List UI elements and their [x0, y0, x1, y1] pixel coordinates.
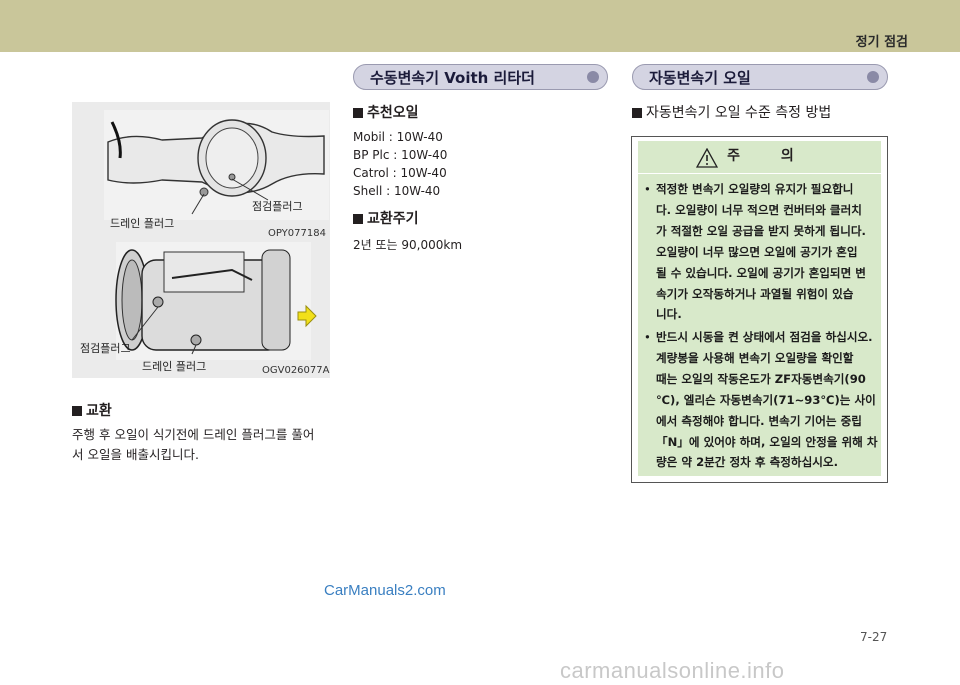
oil-level-title: 자동변속기 오일 수준 측정 방법	[646, 105, 832, 121]
voith-retarder-banner: 수동변속기 Voith 리타더	[353, 64, 608, 90]
bullet-line: 오일량이 너무 많으면 오일에 공기가 혼입	[656, 244, 858, 259]
bullet-line: 될 수 있습니다. 오일에 공기가 혼입되면 변	[656, 265, 866, 280]
banner-dot-icon	[587, 71, 599, 83]
upper-drain-plug-label: 드레인 플러그	[110, 217, 175, 230]
upper-figure-code: OPY077184	[268, 228, 326, 239]
lower-check-plug-label: 점검플러그	[80, 342, 131, 355]
cycle-heading: 교환주기	[353, 208, 419, 228]
transmission-figure: 드레인 플러그 점검플러그 OPY077184 점검플러그 드레인 플러그 OG…	[72, 102, 330, 378]
oil-level-heading: 자동변속기 오일 수준 측정 방법	[632, 102, 831, 122]
oil-item: BP Plc : 10W-40	[353, 148, 448, 162]
bullet-line: 반드시 시동을 켠 상태에서 점검을 하십시오.	[656, 330, 873, 344]
section-title: 정기 점검	[855, 35, 908, 50]
replace-title: 교환	[86, 403, 112, 419]
replace-text-line: 서 오일을 배출시킵니다.	[72, 447, 199, 462]
oil-heading: 추천오일	[353, 102, 419, 122]
banner-dot-icon	[867, 71, 879, 83]
bullet-line: 에서 측정해야 합니다. 변속기 기어는 중립	[656, 413, 862, 428]
oil-title: 추천오일	[367, 105, 419, 121]
caution-title: 주 의	[727, 148, 812, 164]
caution-header: 주 의	[638, 145, 881, 171]
bullet-line: 속기가 오작동하거나 과열될 위험이 있습	[656, 286, 854, 301]
upper-check-plug-label: 점검플러그	[252, 200, 303, 213]
header-bar: 정기 점검	[0, 0, 960, 52]
bullet-line: 량은 약 2분간 정차 후 측정하십시오.	[656, 455, 838, 470]
heading-square-icon	[353, 108, 363, 118]
caution-box: 주 의 적정한 변속기 오일량의 유지가 필요합니 다. 오일량이 너무 적으면…	[631, 136, 888, 483]
bullet-line: 「N」에 있어야 하며, 오일의 안정을 위해 차	[656, 434, 878, 449]
cycle-text: 2년 또는 90,000km	[353, 238, 463, 252]
oil-item: Shell : 10W-40	[353, 184, 441, 198]
caution-body: 주 의 적정한 변속기 오일량의 유지가 필요합니 다. 오일량이 너무 적으면…	[638, 141, 881, 476]
bullet-line: 때는 오일의 작동온도가 ZF자동변속기(90	[656, 371, 866, 386]
watermark-carmanuals2[interactable]: CarManuals2.com	[324, 582, 446, 599]
watermark-carmanualsonline: carmanualsonline.info	[560, 658, 785, 683]
replace-heading: 교환	[72, 400, 112, 420]
bullet-line: 니다.	[656, 307, 682, 322]
oil-list: Mobil : 10W-40 BP Plc : 10W-40 Catrol : …	[353, 128, 447, 200]
page-number: 7-27	[860, 630, 888, 644]
bullet-line: 계량봉을 사용해 변속기 오일량을 확인할	[656, 350, 854, 365]
oil-item: Catrol : 10W-40	[353, 166, 447, 180]
replace-text-line: 주행 후 오일이 식기전에 드레인 플러그를 풀어	[72, 427, 315, 442]
replace-text: 주행 후 오일이 식기전에 드레인 플러그를 풀어 서 오일을 배출시킵니다.	[72, 425, 314, 465]
banner-title: 수동변속기 Voith 리타더	[370, 69, 535, 87]
warning-icon	[696, 148, 718, 168]
banner-title: 자동변속기 오일	[649, 69, 751, 87]
heading-square-icon	[632, 108, 642, 118]
caution-bullet-2: 반드시 시동을 켠 상태에서 점검을 하십시오. 계량봉을 사용해 변속기 오일…	[644, 327, 878, 473]
transmission-illustration	[104, 110, 329, 360]
bullet-line: 가 적절한 오일 공급을 받지 못하게 됩니다.	[656, 223, 866, 238]
lower-drain-plug-label: 드레인 플러그	[142, 360, 207, 373]
bullet-line: 적정한 변속기 오일량의 유지가 필요합니	[656, 182, 854, 196]
cycle-title: 교환주기	[367, 211, 419, 227]
oil-item: Mobil : 10W-40	[353, 130, 443, 144]
heading-square-icon	[72, 406, 82, 416]
auto-transmission-oil-banner: 자동변속기 오일	[632, 64, 888, 90]
bullet-line: 다. 오일량이 너무 적으면 컨버터와 클러치	[656, 202, 862, 217]
heading-square-icon	[353, 214, 363, 224]
bullet-line: ℃), 엘리슨 자동변속기(71~93℃)는 사이	[656, 392, 876, 407]
lower-figure-code: OGV026077A	[262, 365, 330, 376]
caution-bullet-1: 적정한 변속기 오일량의 유지가 필요합니 다. 오일량이 너무 적으면 컨버터…	[644, 179, 878, 325]
caution-divider	[638, 173, 881, 174]
